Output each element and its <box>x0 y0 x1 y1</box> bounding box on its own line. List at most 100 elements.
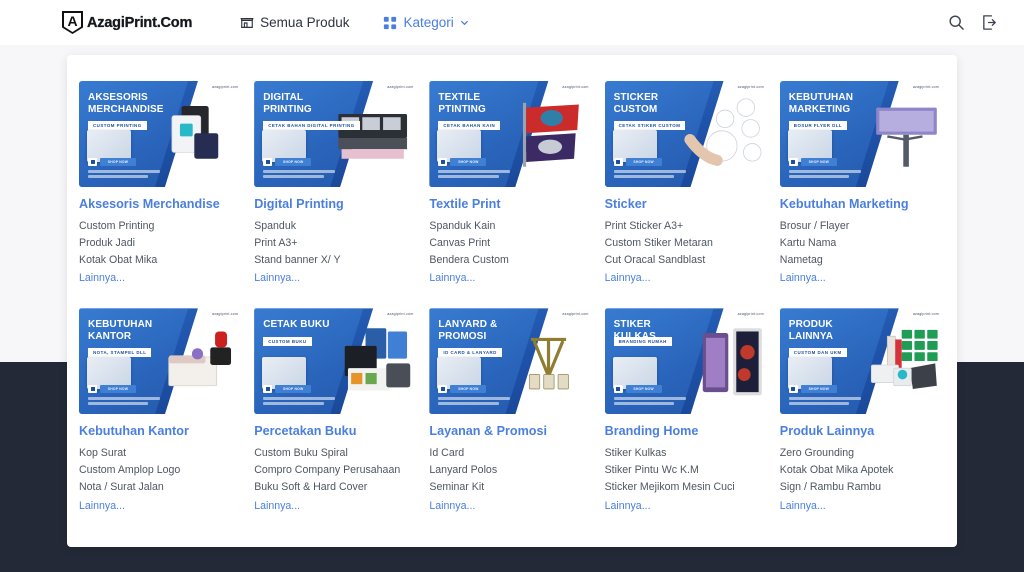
category-more-link[interactable]: Lainnya... <box>780 272 826 284</box>
category-more-link[interactable]: Lainnya... <box>254 272 300 284</box>
category-item-list: Custom Buku SpiralCompro Company Perusah… <box>254 445 419 495</box>
banner-subtitle: ID CARD & LANYARD <box>438 348 501 357</box>
category-banner[interactable]: azagiprint.com LANYARD & PROMOSI ID CARD… <box>429 308 594 414</box>
banner-footnote <box>263 397 335 407</box>
category-item[interactable]: Spanduk Kain <box>429 218 594 235</box>
category-item[interactable]: Kartu Nama <box>780 235 945 252</box>
login-icon[interactable] <box>981 14 998 31</box>
nav-item-semua-produk[interactable]: Semua Produk <box>240 15 349 30</box>
category-item[interactable]: Kotak Obat Mika Apotek <box>780 462 945 479</box>
banner-cta-button[interactable]: Shop Now <box>614 385 662 393</box>
banner-watermark: azagiprint.com <box>738 312 764 316</box>
brand-logo[interactable]: A AzagiPrint.Com <box>62 11 192 34</box>
category-title[interactable]: Aksesoris Merchandise <box>79 197 244 212</box>
category-item[interactable]: Custom Stiker Metaran <box>605 235 770 252</box>
banner-footnote <box>614 170 686 180</box>
category-item[interactable]: Stiker Pintu Wc K.M <box>605 462 770 479</box>
category-item[interactable]: Sign / Rambu Rambu <box>780 479 945 496</box>
category-more-link[interactable]: Lainnya... <box>79 500 125 512</box>
category-more-link[interactable]: Lainnya... <box>605 500 651 512</box>
banner-cta-button[interactable]: Shop Now <box>88 158 136 166</box>
category-item-list: Print Sticker A3+Custom Stiker MetaranCu… <box>605 218 770 268</box>
category-title[interactable]: Kebutuhan Marketing <box>780 197 945 212</box>
banner-cta-button[interactable]: Shop Now <box>88 385 136 393</box>
banner-cta-button[interactable]: Shop Now <box>438 158 486 166</box>
category-title[interactable]: Produk Lainnya <box>780 424 945 439</box>
category-item[interactable]: Seminar Kit <box>429 479 594 496</box>
banner-subtitle: CUSTOM PRINTING <box>88 121 147 130</box>
category-item[interactable]: Custom Amplop Logo <box>79 462 244 479</box>
page-root: A AzagiPrint.Com Semua Produk <box>0 0 1024 572</box>
search-icon[interactable] <box>948 14 965 31</box>
category-card: azagiprint.com DIGITAL PRINTING CETAK BA… <box>254 81 419 286</box>
category-banner[interactable]: azagiprint.com KEBUTUHAN KANTOR NOTA, ST… <box>79 308 244 414</box>
category-item[interactable]: Brosur / Flayer <box>780 218 945 235</box>
category-item[interactable]: Produk Jadi <box>79 235 244 252</box>
category-item[interactable]: Kop Surat <box>79 445 244 462</box>
category-more-link[interactable]: Lainnya... <box>429 500 475 512</box>
banner-footnote <box>438 170 510 180</box>
banner-footnote <box>88 397 160 407</box>
category-item[interactable]: Nota / Surat Jalan <box>79 479 244 496</box>
category-banner[interactable]: azagiprint.com PRODUK LAINNYA CUSTOM DAN… <box>780 308 945 414</box>
grid-icon <box>383 16 397 30</box>
category-banner[interactable]: azagiprint.com KEBUTUHAN MARKETING BOSUR… <box>780 81 945 187</box>
category-title[interactable]: Layanan & Promosi <box>429 424 594 439</box>
category-title[interactable]: Kebutuhan Kantor <box>79 424 244 439</box>
cta-pill: Shop Now <box>275 158 311 166</box>
cta-pill: Shop Now <box>100 385 136 393</box>
category-more-link[interactable]: Lainnya... <box>254 500 300 512</box>
category-item[interactable]: Print A3+ <box>254 235 419 252</box>
banner-watermark: azagiprint.com <box>738 85 764 89</box>
category-item[interactable]: Zero Grounding <box>780 445 945 462</box>
cta-label: Shop Now <box>283 387 303 391</box>
category-banner[interactable]: azagiprint.com TEXTILE PTINTING CETAK BA… <box>429 81 594 187</box>
banner-cta-button[interactable]: Shop Now <box>438 385 486 393</box>
category-more-link[interactable]: Lainnya... <box>79 272 125 284</box>
category-item-list: Kop SuratCustom Amplop LogoNota / Surat … <box>79 445 244 495</box>
banner-cta-button[interactable]: Shop Now <box>263 385 311 393</box>
category-title[interactable]: Percetakan Buku <box>254 424 419 439</box>
category-banner[interactable]: azagiprint.com STIKER KULKAS BRANDING RU… <box>605 308 770 414</box>
category-item[interactable]: Canvas Print <box>429 235 594 252</box>
category-item[interactable]: Stand banner X/ Y <box>254 252 419 269</box>
category-banner[interactable]: azagiprint.com STICKER CUSTOM CETAK STIK… <box>605 81 770 187</box>
category-banner[interactable]: azagiprint.com CETAK BUKU CUSTOM BUKU Sh… <box>254 308 419 414</box>
cart-icon <box>789 385 798 393</box>
banner-cta-button[interactable]: Shop Now <box>614 158 662 166</box>
category-item[interactable]: Bendera Custom <box>429 252 594 269</box>
nav-item-kategori[interactable]: Kategori <box>383 15 468 30</box>
category-title[interactable]: Textile Print <box>429 197 594 212</box>
category-item[interactable]: Sticker Mejikom Mesin Cuci <box>605 479 770 496</box>
banner-footnote <box>789 397 861 407</box>
category-item[interactable]: Spanduk <box>254 218 419 235</box>
banner-subtitle: CUSTOM DAN UKM <box>789 348 847 357</box>
banner-title: KEBUTUHAN KANTOR <box>88 319 170 342</box>
category-item[interactable]: Id Card <box>429 445 594 462</box>
category-banner[interactable]: azagiprint.com AKSESORIS MERCHANDISE CUS… <box>79 81 244 187</box>
banner-cta-button[interactable]: Shop Now <box>263 158 311 166</box>
category-item[interactable]: Print Sticker A3+ <box>605 218 770 235</box>
banner-subtitle: BOSUR FLYER DLL <box>789 121 847 130</box>
category-item[interactable]: Lanyard Polos <box>429 462 594 479</box>
category-item[interactable]: Nametag <box>780 252 945 269</box>
category-title[interactable]: Sticker <box>605 197 770 212</box>
category-item[interactable]: Kotak Obat Mika <box>79 252 244 269</box>
category-item[interactable]: Cut Oracal Sandblast <box>605 252 770 269</box>
category-title[interactable]: Digital Printing <box>254 197 419 212</box>
banner-cta-button[interactable]: Shop Now <box>789 385 837 393</box>
category-banner[interactable]: azagiprint.com DIGITAL PRINTING CETAK BA… <box>254 81 419 187</box>
category-item[interactable]: Stiker Kulkas <box>605 445 770 462</box>
category-more-link[interactable]: Lainnya... <box>429 272 475 284</box>
category-item[interactable]: Custom Buku Spiral <box>254 445 419 462</box>
category-item[interactable]: Compro Company Perusahaan <box>254 462 419 479</box>
category-item[interactable]: Buku Soft & Hard Cover <box>254 479 419 496</box>
banner-cta-button[interactable]: Shop Now <box>789 158 837 166</box>
category-title[interactable]: Branding Home <box>605 424 770 439</box>
cta-pill: Shop Now <box>801 385 837 393</box>
category-more-link[interactable]: Lainnya... <box>780 500 826 512</box>
banner-footnote <box>614 397 686 407</box>
category-item[interactable]: Custom Printing <box>79 218 244 235</box>
cta-pill: Shop Now <box>450 158 486 166</box>
category-more-link[interactable]: Lainnya... <box>605 272 651 284</box>
